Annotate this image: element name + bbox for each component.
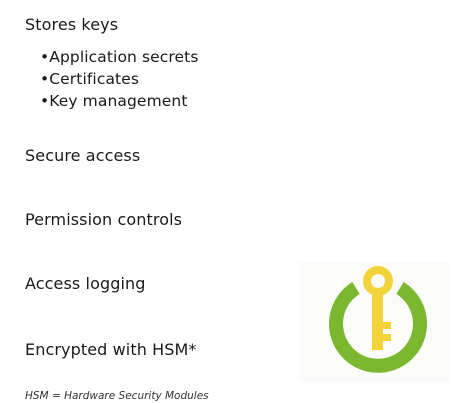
subitem-key-management: •Key management xyxy=(40,92,188,110)
key-hole xyxy=(371,274,385,288)
key-shaft xyxy=(372,294,383,350)
item-secure-access: Secure access xyxy=(25,146,141,165)
slide: Stores keys •Application secrets •Certif… xyxy=(0,0,454,403)
item-access-logging: Access logging xyxy=(25,274,146,293)
item-permission-controls: Permission controls xyxy=(25,210,183,229)
item-encrypted-with-hsm: Encrypted with HSM* xyxy=(25,340,197,359)
subitem-certificates: •Certificates xyxy=(40,70,140,88)
footnote-hsm-definition: HSM = Hardware Security Modules xyxy=(25,390,209,402)
subitem-application-secrets: •Application secrets xyxy=(40,48,199,66)
item-stores-keys: Stores keys xyxy=(25,15,119,34)
key-vault-icon xyxy=(329,266,427,373)
key-tooth-1 xyxy=(383,322,391,329)
key-tooth-2 xyxy=(383,334,391,341)
key-vault-icon-panel xyxy=(300,262,450,382)
